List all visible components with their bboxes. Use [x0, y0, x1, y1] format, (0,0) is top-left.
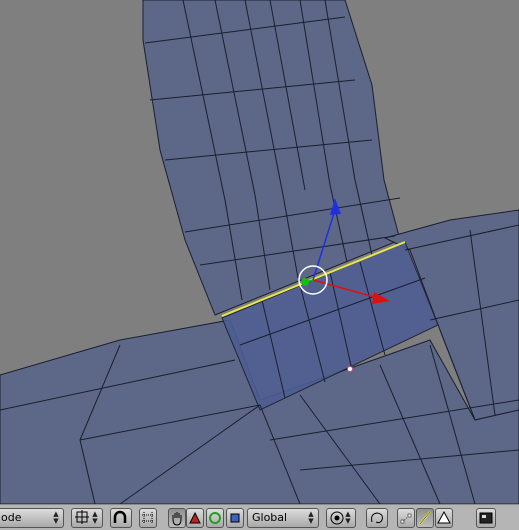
rotate-manipulator-icon [209, 512, 221, 524]
chevron-updown-icon: ▲ ▼ [92, 510, 98, 525]
chevron-updown-icon: ▲ ▼ [345, 510, 351, 525]
face-select-button[interactable] [435, 508, 453, 528]
face-select-icon [437, 510, 451, 524]
rotate-manipulator-button[interactable] [206, 508, 224, 528]
dotted-grid-icon [142, 512, 154, 524]
translate-manipulator-icon [189, 511, 201, 524]
3d-viewport[interactable] [0, 0, 519, 504]
snap-options-button[interactable] [139, 508, 157, 528]
pivot-dropdown[interactable]: ▲ ▼ [71, 508, 103, 528]
orientation-dropdown[interactable]: Global ▲ ▼ [247, 508, 319, 528]
magnet-icon [113, 510, 127, 523]
occlude-background-button[interactable] [366, 508, 388, 528]
scale-manipulator-button[interactable] [226, 508, 244, 528]
hand-manipulator-toggle[interactable] [168, 508, 186, 528]
vertex-select-button[interactable] [397, 508, 415, 528]
translate-manipulator-button[interactable] [186, 508, 204, 528]
occlude-background-icon [371, 512, 383, 524]
pivot-icon [75, 510, 89, 524]
chevron-updown-icon: ▲ ▼ [53, 510, 59, 525]
render-button[interactable] [476, 508, 496, 528]
vertex-select-icon [400, 513, 412, 524]
scale-manipulator-icon [230, 513, 240, 523]
orientation-label: Global [252, 511, 288, 524]
snap-dropdown[interactable] [110, 508, 132, 528]
proportional-edit-dropdown[interactable]: ▲ ▼ [326, 508, 356, 528]
chevron-updown-icon: ▲ ▼ [308, 510, 314, 525]
hand-icon [172, 512, 182, 526]
vertex-dot [347, 366, 353, 372]
3d-view-header: ode ▲ ▼ ▲ ▼ Global ▲ ▼ ▲ ▼ [0, 504, 519, 530]
edge-select-icon [419, 511, 431, 525]
render-icon [479, 512, 493, 524]
mode-dropdown[interactable]: ode ▲ ▼ [0, 508, 64, 528]
y-axis-handle[interactable] [301, 278, 309, 286]
mode-label: ode [1, 511, 22, 524]
mesh-view [0, 0, 519, 504]
edge-select-button[interactable] [416, 508, 434, 528]
